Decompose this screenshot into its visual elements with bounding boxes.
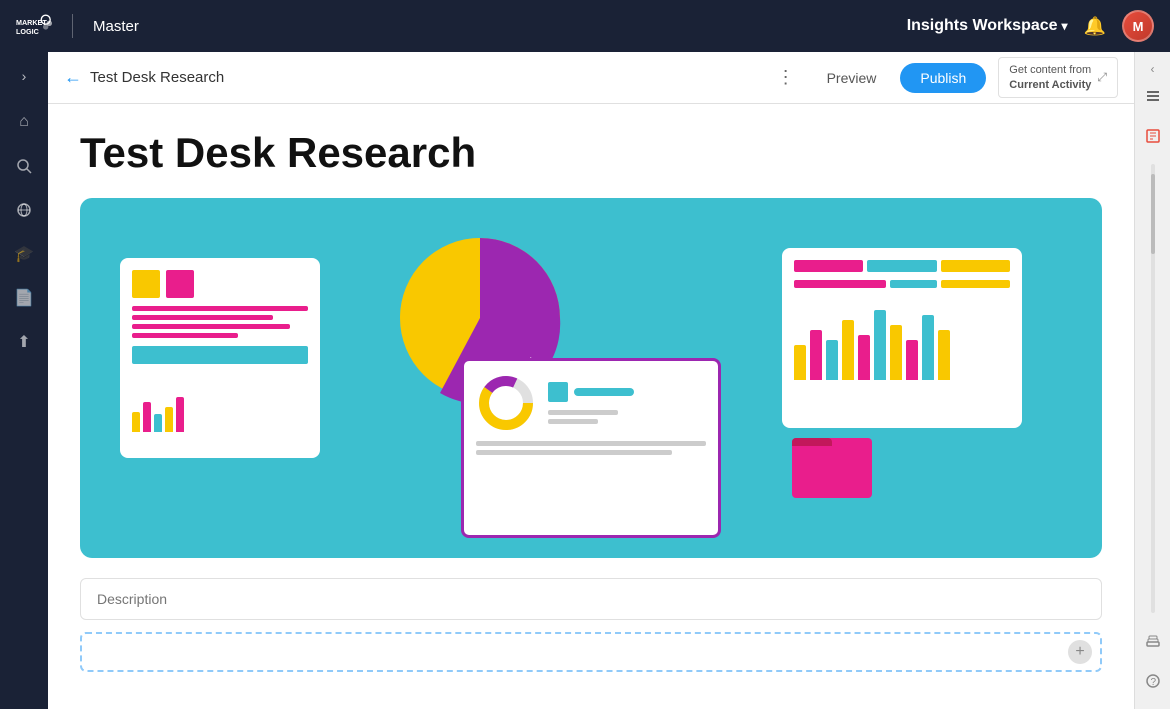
sidebar-item-globe[interactable] <box>6 192 42 228</box>
svg-text:?: ? <box>1150 677 1156 688</box>
hero-right-bars <box>794 300 1010 380</box>
hero-left-bars <box>132 372 308 432</box>
logo[interactable]: MARKET LOGIC Master <box>16 12 139 40</box>
add-section-button[interactable]: + <box>1068 640 1092 664</box>
workspace-chevron-icon: ▾ <box>1062 19 1068 33</box>
right-sidebar-help-icon[interactable]: ? <box>1139 667 1167 695</box>
sidebar-item-home[interactable]: ⌂ <box>6 104 42 140</box>
nav-master-label: Master <box>93 18 139 35</box>
current-activity-label: Get content fromCurrent Activity <box>1009 63 1091 92</box>
back-button[interactable]: ← <box>64 67 82 88</box>
right-sidebar-stack-icon[interactable] <box>1139 627 1167 655</box>
hero-folder <box>792 438 872 498</box>
top-navigation: MARKET LOGIC Master Insights Workspace ▾… <box>0 0 1170 52</box>
hero-right-card <box>782 248 1022 428</box>
notification-bell-icon[interactable]: 🔔 <box>1084 16 1106 37</box>
main-content: Test Desk Research <box>48 104 1134 709</box>
right-sidebar-report-icon[interactable] <box>1139 122 1167 150</box>
hero-left-lines <box>132 306 308 338</box>
hero-bottom-card <box>461 358 721 538</box>
right-sidebar-collapse-button[interactable]: ‹ <box>1151 62 1155 76</box>
current-activity-button[interactable]: Get content fromCurrent Activity ⤢ <box>998 57 1118 98</box>
nav-divider <box>72 14 73 38</box>
avatar[interactable]: M <box>1122 10 1154 42</box>
hero-left-card <box>120 258 320 458</box>
workspace-label: Insights Workspace <box>907 17 1058 35</box>
sidebar-toggle-button[interactable]: › <box>8 60 40 92</box>
expand-icon: ⤢ <box>1097 70 1107 85</box>
svg-text:LOGIC: LOGIC <box>16 27 39 36</box>
publish-button[interactable]: Publish <box>900 63 986 93</box>
sidebar-item-learn[interactable]: 🎓 <box>6 236 42 272</box>
page-title: Test Desk Research <box>80 128 1102 178</box>
secondary-header: ← Test Desk Research ⋮ Preview Publish G… <box>48 52 1134 104</box>
sidebar-item-documents[interactable]: 📄 <box>6 280 42 316</box>
description-input[interactable] <box>80 578 1102 620</box>
scrollbar-track[interactable] <box>1151 164 1155 613</box>
header-actions: ⋮ Preview Publish Get content fromCurren… <box>769 57 1118 98</box>
sidebar-item-search[interactable] <box>6 148 42 184</box>
avatar-initials: M <box>1133 19 1144 34</box>
scrollbar-thumb <box>1151 174 1155 254</box>
dashed-add-section: + <box>80 632 1102 672</box>
hero-image <box>80 198 1102 558</box>
sidebar-item-upload[interactable]: ⬆ <box>6 324 42 360</box>
right-sidebar: ‹ ? <box>1134 52 1170 709</box>
document-title: Test Desk Research <box>90 69 769 86</box>
workspace-selector[interactable]: Insights Workspace ▾ <box>907 17 1068 35</box>
right-sidebar-list-icon[interactable] <box>1139 82 1167 110</box>
preview-button[interactable]: Preview <box>815 64 889 92</box>
left-sidebar: › ⌂ 🎓 📄 ⬆ <box>0 52 48 709</box>
more-options-button[interactable]: ⋮ <box>769 63 803 92</box>
